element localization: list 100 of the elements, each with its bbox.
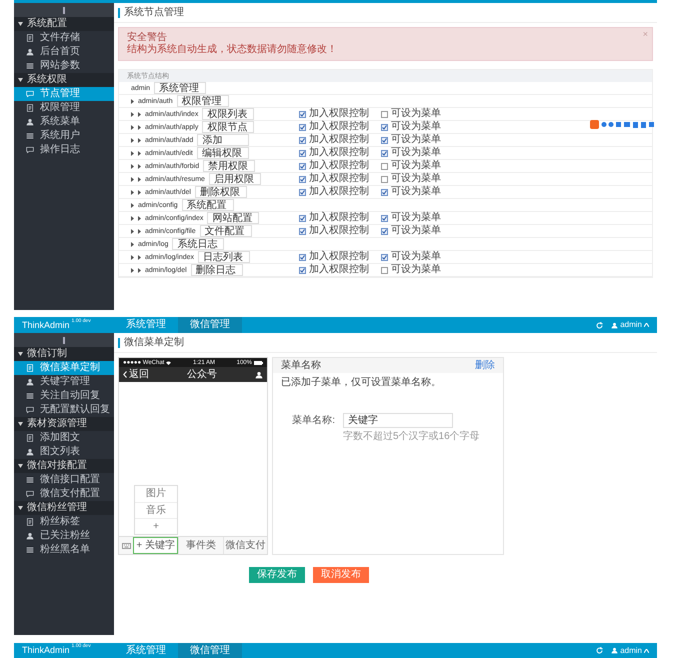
- sidebar-item[interactable]: 系统菜单: [14, 115, 114, 129]
- checkbox-label: 可设为菜单: [391, 226, 441, 236]
- checkbox[interactable]: [381, 214, 388, 222]
- chevron-left-icon: [123, 371, 127, 378]
- checkbox[interactable]: [381, 136, 388, 144]
- checkbox-label: 加入权限控制: [309, 252, 369, 262]
- sidebar-group-title: 微信订制: [27, 349, 67, 359]
- checkbox[interactable]: [299, 136, 306, 144]
- brand-name: ThinkAdmin: [22, 320, 70, 330]
- input-field[interactable]: 删除权限: [194, 186, 247, 198]
- user-icon: [611, 647, 618, 654]
- caret-right-icon: [131, 202, 134, 208]
- document-icon: [26, 364, 34, 372]
- sidebar-item[interactable]: 权限管理: [14, 101, 114, 115]
- checkbox[interactable]: [299, 176, 306, 182]
- submenu-item[interactable]: 图片: [135, 486, 177, 502]
- checkbox[interactable]: [299, 266, 306, 274]
- sidebar-item[interactable]: 关注自动回复: [14, 389, 114, 403]
- checkbox[interactable]: [299, 110, 306, 118]
- checkbox-label: 加入权限控制: [309, 187, 369, 197]
- sidebar-group-title: 系统配置: [27, 19, 67, 29]
- input-field[interactable]: 网站配置: [207, 212, 260, 224]
- chat-bubble-icon: [26, 490, 34, 498]
- sidebar-item[interactable]: 操作日志: [14, 143, 114, 157]
- checkbox-label: 可设为菜单: [391, 187, 441, 197]
- input-field[interactable]: 权限节点: [202, 121, 254, 133]
- sidebar-item[interactable]: 图文列表: [14, 445, 114, 459]
- wifi-icon: [166, 360, 172, 364]
- input-field[interactable]: 删除日志: [190, 264, 243, 276]
- sidebar-item[interactable]: 粉丝黑名单: [14, 543, 114, 557]
- caret-down-icon: [18, 22, 23, 26]
- checkbox[interactable]: [299, 162, 306, 170]
- menu-tab[interactable]: 微信支付: [222, 537, 267, 554]
- input-field[interactable]: 禁用权限: [203, 160, 256, 172]
- panel-heading: 菜单名称: [281, 360, 321, 370]
- checkbox[interactable]: [381, 188, 388, 196]
- caret-down-icon: [18, 506, 23, 510]
- checkbox[interactable]: [381, 254, 388, 260]
- submenu-item[interactable]: 音乐: [135, 502, 177, 518]
- checkbox-label: 可设为菜单: [391, 213, 441, 223]
- list-icon: [26, 132, 34, 140]
- menu-name-field[interactable]: 关键字: [343, 413, 453, 428]
- nav-tab[interactable]: 微信管理: [178, 643, 242, 658]
- sidebar-item[interactable]: 已关注粉丝: [14, 529, 114, 543]
- alert-message: 结构为系统自动生成，状态数据请勿随意修改！: [127, 44, 338, 56]
- checkbox[interactable]: [299, 254, 306, 260]
- checkbox-label: 加入权限控制: [309, 213, 369, 223]
- user-icon: [26, 448, 34, 456]
- sidebar-item[interactable]: 微信支付配置: [14, 487, 114, 501]
- user-icon: [26, 378, 34, 386]
- account-title: 公众号: [187, 370, 217, 380]
- checkbox-label: 可设为菜单: [391, 265, 441, 275]
- checkbox[interactable]: [299, 228, 306, 234]
- sidebar-item[interactable]: 文件存储: [14, 31, 114, 45]
- list-icon: [26, 476, 34, 484]
- checkbox-label: 可设为菜单: [391, 252, 441, 262]
- sidebar-group-title: 素材资源管理: [27, 419, 87, 429]
- caret-down-icon: [18, 464, 23, 468]
- back-button[interactable]: 返回: [123, 370, 149, 380]
- sidebar-item[interactable]: 网站参数: [14, 59, 114, 73]
- input-field[interactable]: 权限管理: [176, 95, 229, 107]
- checkbox[interactable]: [381, 228, 388, 234]
- checkbox[interactable]: [381, 150, 388, 156]
- menu-tab[interactable]: + 关键字: [133, 537, 178, 554]
- sidebar-item[interactable]: 关键字管理: [14, 375, 114, 389]
- sidebar-item[interactable]: 添加图文: [14, 431, 114, 445]
- checkbox[interactable]: [381, 266, 388, 274]
- input-field[interactable]: 添加: [197, 134, 250, 146]
- chat-bubble-icon: [26, 406, 34, 414]
- input-field[interactable]: 编辑权限: [196, 147, 249, 159]
- checkbox[interactable]: [299, 188, 306, 196]
- caret-down-icon: [18, 352, 23, 356]
- checkbox[interactable]: [381, 176, 388, 182]
- caret-right-icon: [131, 98, 134, 104]
- sidebar-item[interactable]: 后台首页: [14, 45, 114, 59]
- document-icon: [26, 34, 34, 42]
- sidebar-item[interactable]: 粉丝标签: [14, 515, 114, 529]
- input-field[interactable]: 权限列表: [202, 108, 254, 120]
- input-field[interactable]: 日志列表: [198, 251, 250, 263]
- submenu-item[interactable]: +: [135, 518, 177, 534]
- sidebar-item[interactable]: 无配置默认回复: [14, 403, 114, 417]
- checkbox[interactable]: [381, 110, 388, 118]
- delete-link[interactable]: 删除: [475, 360, 495, 370]
- checkbox[interactable]: [381, 124, 388, 130]
- sidebar-item[interactable]: 系统用户: [14, 129, 114, 143]
- menu-tab[interactable]: 事件类: [178, 537, 223, 554]
- checkbox[interactable]: [299, 214, 306, 222]
- checkbox-label: 加入权限控制: [309, 161, 369, 171]
- document-icon: [26, 104, 34, 112]
- nav-tab[interactable]: 微信管理: [178, 317, 242, 333]
- checkbox[interactable]: [299, 150, 306, 156]
- user-icon: [26, 118, 34, 126]
- sidebar-item[interactable]: 微信接口配置: [14, 473, 114, 487]
- user-icon: [26, 48, 34, 56]
- caret-up-icon: [644, 648, 649, 652]
- checkbox[interactable]: [299, 124, 306, 130]
- checkbox[interactable]: [381, 162, 388, 170]
- checkbox-label: 可设为菜单: [391, 161, 441, 171]
- document-icon: [26, 434, 34, 442]
- input-method-toolbar-drawing: [590, 120, 656, 129]
